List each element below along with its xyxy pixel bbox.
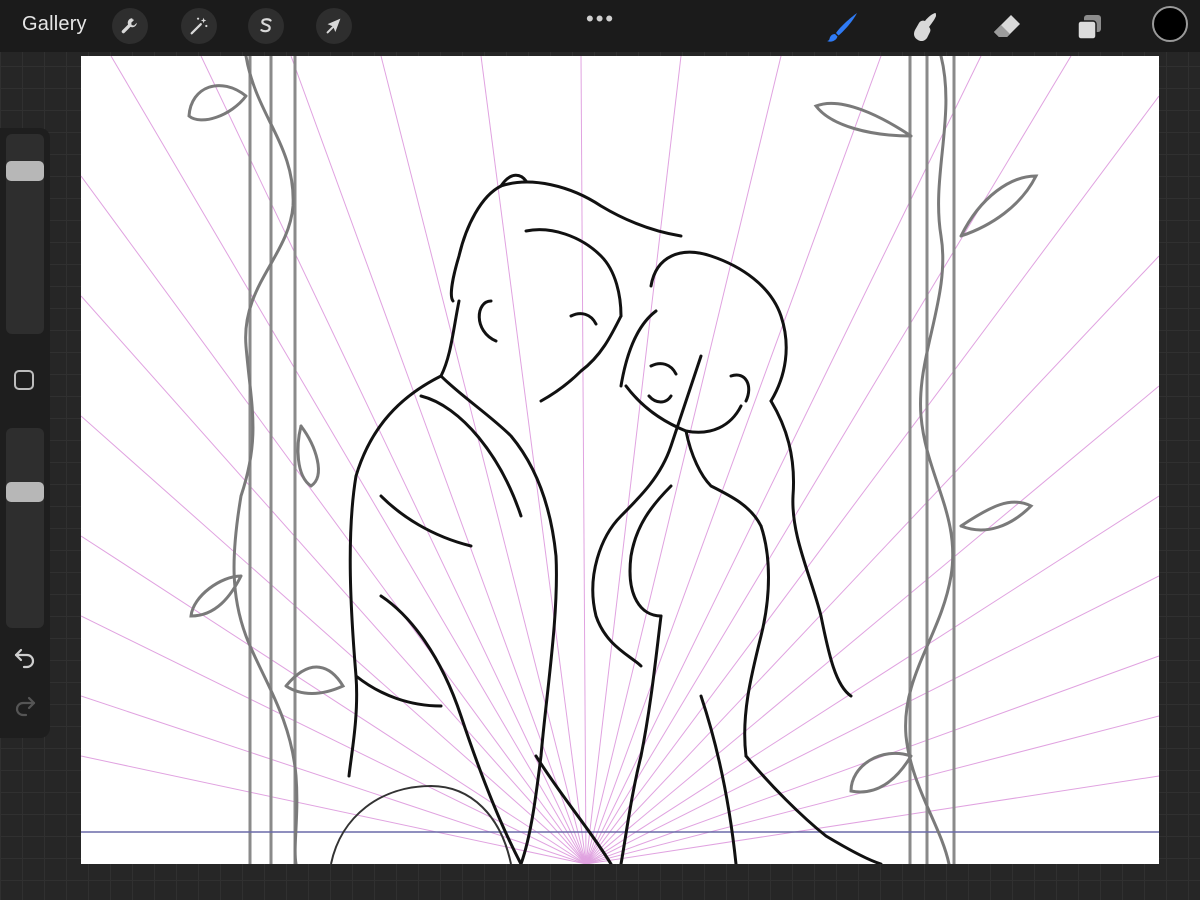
transform-button[interactable] <box>316 8 352 44</box>
arrow-cursor-icon <box>326 18 341 34</box>
undo-button[interactable] <box>10 642 40 672</box>
modify-button[interactable] <box>14 370 34 390</box>
opacity-thumb[interactable] <box>6 482 44 502</box>
brush-size-slider[interactable] <box>6 134 44 334</box>
guide-ray <box>81 755 587 864</box>
selection-s-icon <box>260 18 272 33</box>
guide-ray <box>585 95 1159 864</box>
layers-icon <box>1077 15 1101 40</box>
actions-button[interactable] <box>112 8 148 44</box>
smudge-tool-button[interactable] <box>908 10 942 44</box>
eraser-icon <box>994 15 1020 37</box>
guide-ray <box>585 495 1159 864</box>
layers-button[interactable] <box>1072 10 1106 44</box>
brush-icon <box>827 13 857 42</box>
redo-button[interactable] <box>10 690 40 720</box>
drawing-canvas[interactable] <box>81 56 1159 864</box>
eraser-tool-button[interactable] <box>990 10 1024 44</box>
guide-ray <box>81 295 587 864</box>
gallery-button[interactable]: Gallery <box>22 13 87 36</box>
guide-ray <box>81 415 587 864</box>
guide-ray <box>81 695 587 864</box>
guide-ray <box>585 255 1159 864</box>
brush-size-thumb[interactable] <box>6 161 44 181</box>
sketch-artwork <box>81 56 1159 864</box>
more-options-button[interactable]: ••• <box>586 6 615 32</box>
guide-ray <box>585 56 982 864</box>
guide-ray <box>585 56 1072 864</box>
guide-ray <box>585 385 1159 864</box>
brush-tool-button[interactable] <box>826 10 860 44</box>
opacity-slider[interactable] <box>6 428 44 628</box>
redo-arrow-icon <box>15 696 36 717</box>
guide-ray <box>81 535 587 864</box>
man-figure <box>347 173 683 864</box>
adjustments-button[interactable] <box>181 8 217 44</box>
guide-ray <box>580 56 587 864</box>
magic-wand-icon <box>190 17 208 35</box>
color-picker-button[interactable] <box>1152 6 1188 42</box>
guide-ray <box>585 56 882 864</box>
window-frames <box>248 56 956 864</box>
wrench-icon <box>121 18 137 34</box>
undo-arrow-icon <box>14 648 35 669</box>
left-sidebar <box>0 128 50 738</box>
guide-ray <box>110 56 587 864</box>
top-toolbar: Gallery ••• <box>0 0 1200 52</box>
selection-button[interactable] <box>248 8 284 44</box>
smudge-finger-icon <box>914 13 936 42</box>
guide-ray <box>380 56 587 864</box>
perspective-guides <box>81 56 1159 864</box>
guide-ray <box>81 615 587 864</box>
guide-ray <box>585 56 782 864</box>
